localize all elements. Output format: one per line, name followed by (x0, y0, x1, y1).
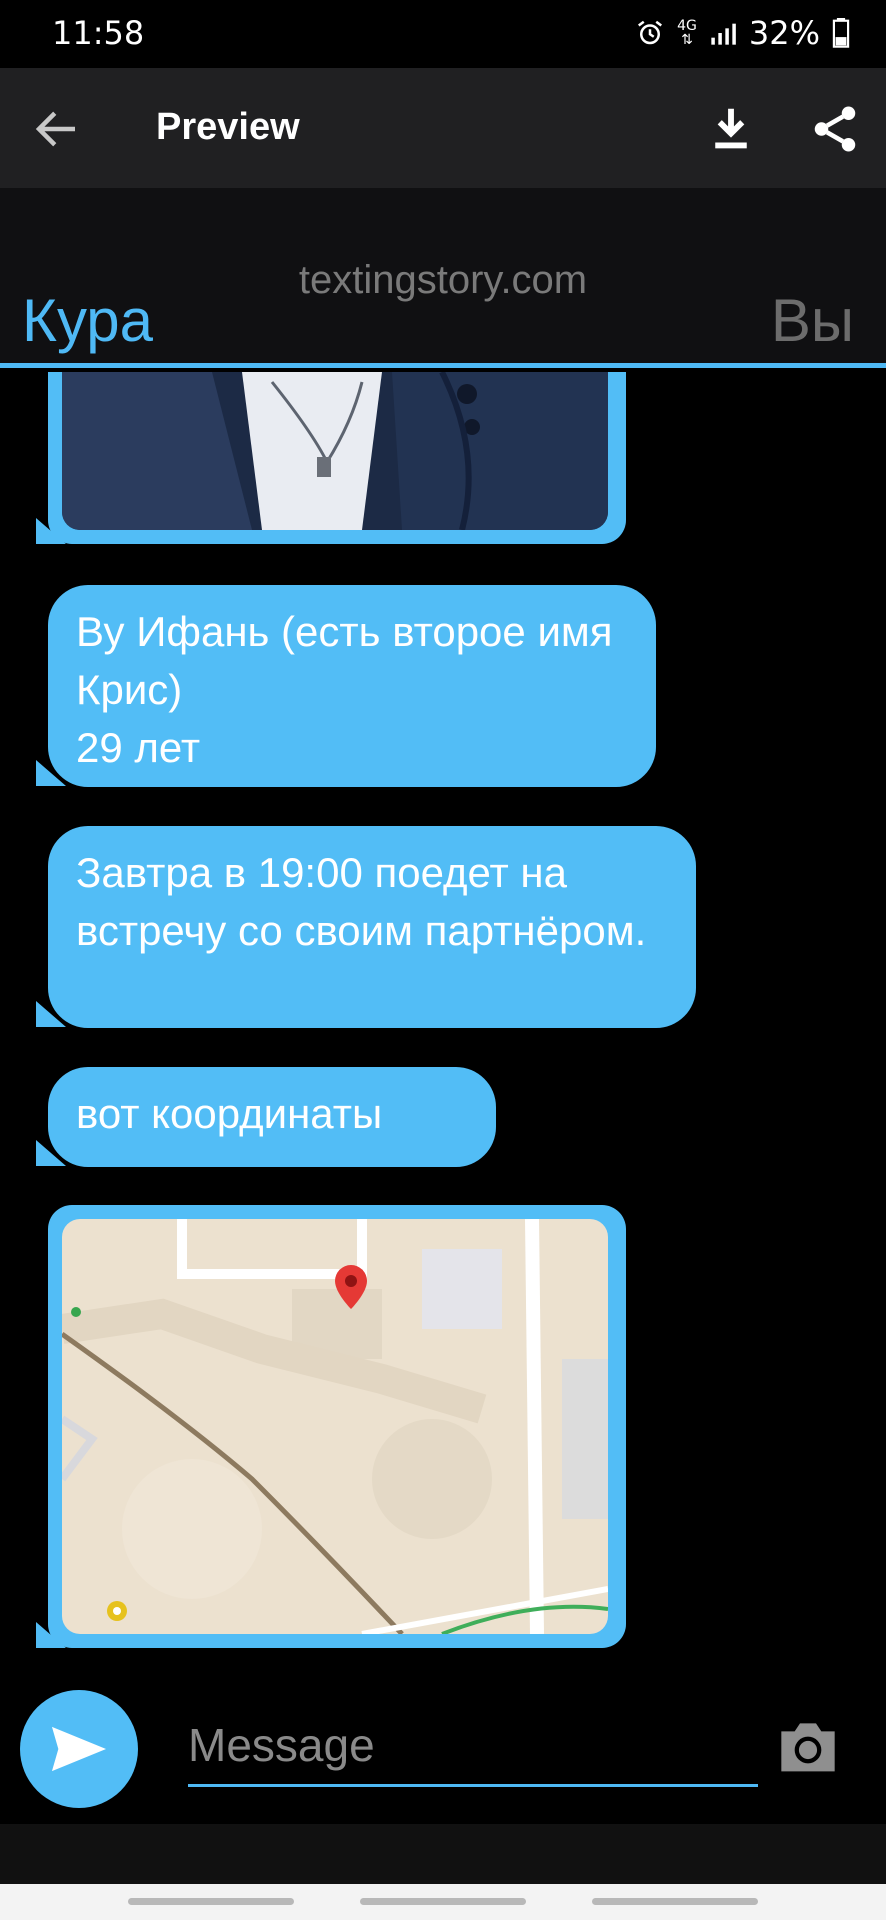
nav-recents-button[interactable] (128, 1898, 294, 1905)
photo-image (62, 372, 608, 530)
page-title: Preview (156, 106, 300, 148)
message-bubble[interactable]: вот координаты (48, 1067, 496, 1167)
header-divider (0, 363, 886, 368)
map-message[interactable] (48, 1205, 626, 1648)
app-bar: Preview (0, 68, 886, 188)
status-bar: 11:58 4G ⇅ 32% (0, 0, 886, 68)
message-bubble[interactable]: Завтра в 19:00 поедет на встречу со свои… (48, 826, 696, 1028)
bubble-tail (36, 1001, 66, 1027)
bottom-spacer (0, 1824, 886, 1884)
alarm-icon (638, 20, 663, 45)
message-input[interactable]: Message (188, 1718, 758, 1787)
nav-home-button[interactable] (360, 1898, 526, 1905)
bubble-tail (36, 1622, 66, 1648)
conversation-header: textingstory.com Кура Вы (0, 188, 886, 368)
battery-icon (832, 18, 850, 48)
status-icons: 4G ⇅ 32% (635, 14, 850, 52)
map-image (62, 1219, 608, 1634)
contact-name: Кура (22, 287, 154, 354)
nav-back-button[interactable] (592, 1898, 758, 1905)
download-icon[interactable] (704, 102, 758, 156)
bubble-tail (36, 518, 66, 544)
back-arrow-icon[interactable] (30, 102, 84, 156)
network-type: 4G ⇅ (677, 18, 697, 48)
system-nav-bar (0, 1884, 886, 1920)
send-icon (51, 1726, 107, 1772)
bubble-tail (36, 760, 66, 786)
send-button[interactable] (20, 1690, 138, 1808)
battery-percent: 32% (748, 14, 820, 52)
camera-icon[interactable] (776, 1718, 840, 1774)
signal-icon (711, 23, 736, 45)
bubble-tail (36, 1140, 66, 1166)
message-bubble[interactable]: Ву Ифань (есть второе имя Крис) 29 лет (48, 585, 656, 787)
photo-message[interactable] (48, 372, 626, 544)
self-name: Вы (770, 287, 854, 354)
status-time: 11:58 (52, 14, 145, 52)
share-icon[interactable] (808, 102, 862, 156)
